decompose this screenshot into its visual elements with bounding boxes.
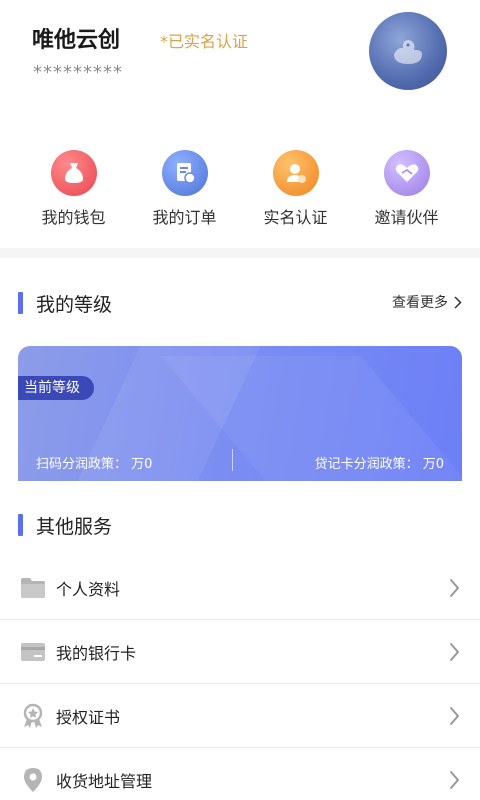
certificate-icon	[20, 703, 46, 729]
handshake-icon	[384, 150, 430, 196]
duck-logo-icon	[394, 40, 422, 64]
section-divider	[0, 248, 480, 258]
chevron-right-icon	[449, 706, 460, 725]
services-list: 个人资料 我的银行卡 授权证书 收货地址管理	[0, 556, 480, 800]
verify-action[interactable]: 实名认证	[240, 140, 351, 240]
profile-header: 唯他云创 *已实名认证 *********	[0, 0, 480, 130]
list-item-label: 授权证书	[56, 707, 121, 727]
view-more-link[interactable]: 查看更多	[392, 292, 462, 312]
bank-card-icon	[20, 639, 46, 665]
invite-label: 邀请伙伴	[374, 208, 439, 227]
wallet-action[interactable]: 我的钱包	[18, 140, 129, 240]
orders-action[interactable]: 我的订单	[129, 140, 240, 240]
services-section-title: 其他服务	[18, 512, 112, 538]
list-item-profile[interactable]: 个人资料	[0, 556, 480, 620]
list-item-bank-card[interactable]: 我的银行卡	[0, 620, 480, 684]
wallet-icon	[51, 150, 97, 196]
avatar[interactable]	[369, 12, 447, 90]
list-item-label: 收货地址管理	[56, 771, 153, 791]
list-item-certificate[interactable]: 授权证书	[0, 684, 480, 748]
scan-policy: 扫码分润政策： 万0	[36, 457, 153, 472]
view-more-label: 查看更多	[392, 295, 448, 311]
current-level-badge: 当前等级	[18, 376, 94, 400]
services-title-text: 其他服务	[36, 515, 113, 538]
user-name: 唯他云创	[32, 28, 121, 53]
title-accent-bar	[18, 514, 23, 536]
title-accent-bar	[18, 292, 23, 314]
order-icon	[162, 150, 208, 196]
chevron-right-icon	[454, 295, 462, 309]
level-title-text: 我的等级	[36, 293, 113, 316]
chevron-right-icon	[449, 642, 460, 661]
verify-user-icon	[273, 150, 319, 196]
location-pin-icon	[20, 767, 46, 793]
verified-status: *已实名认证	[160, 32, 249, 51]
verify-label: 实名认证	[263, 208, 328, 227]
quick-actions: 我的钱包 我的订单 实名认证 邀请伙伴	[0, 140, 480, 240]
level-section-title: 我的等级	[18, 290, 112, 316]
invite-action[interactable]: 邀请伙伴	[351, 140, 462, 240]
level-card[interactable]: 当前等级 扫码分润政策： 万0 贷记卡分润政策： 万0	[18, 346, 462, 481]
masked-account: *********	[33, 62, 123, 83]
orders-label: 我的订单	[152, 208, 217, 227]
folder-icon	[20, 575, 46, 601]
list-item-label: 我的银行卡	[56, 643, 137, 663]
chevron-right-icon	[449, 770, 460, 789]
list-item-address[interactable]: 收货地址管理	[0, 748, 480, 800]
policy-divider	[232, 449, 233, 471]
chevron-right-icon	[449, 578, 460, 597]
wallet-label: 我的钱包	[41, 208, 106, 227]
list-item-label: 个人资料	[56, 579, 121, 599]
debit-policy: 贷记卡分润政策： 万0	[314, 457, 444, 472]
